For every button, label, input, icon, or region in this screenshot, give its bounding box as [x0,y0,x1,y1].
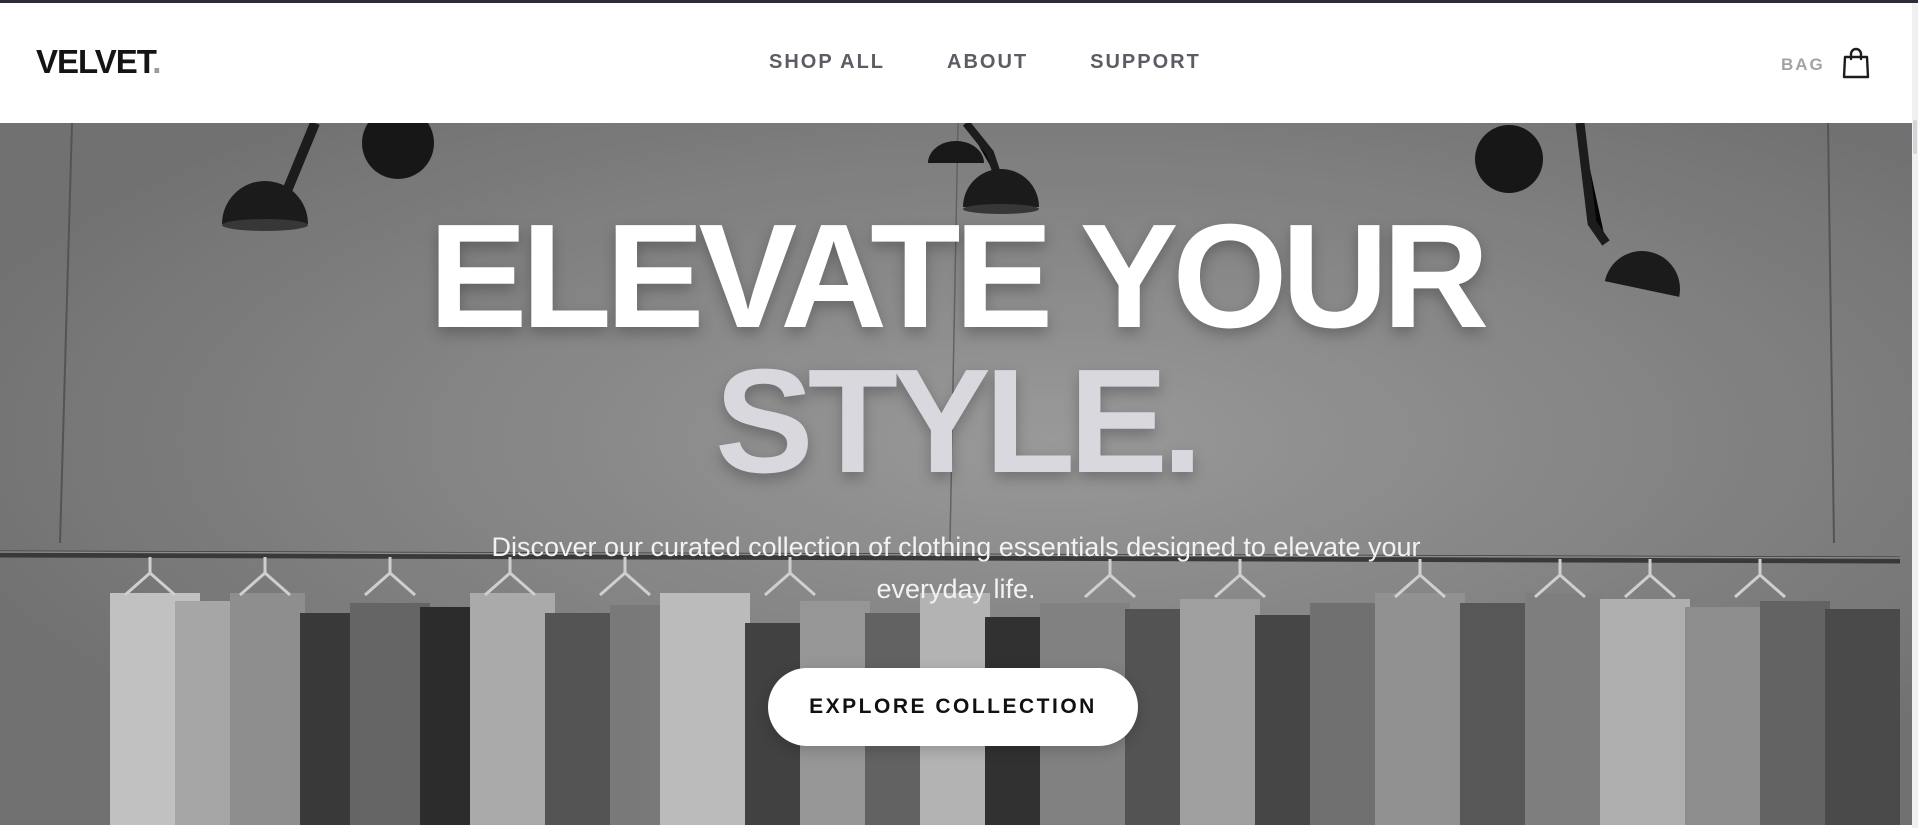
logo-text: VELVET [36,43,153,80]
main-nav: SHOP ALL ABOUT SUPPORT [769,51,1201,74]
nav-shop-all[interactable]: SHOP ALL [769,51,885,74]
bag-link[interactable]: BAG [1781,55,1825,75]
nav-support[interactable]: SUPPORT [1090,51,1201,74]
explore-collection-button[interactable]: EXPLORE COLLECTION [768,668,1138,746]
scrollbar-thumb[interactable] [1913,120,1917,154]
hero-section: ELEVATE YOUR STYLE. Discover our curated… [0,123,1912,825]
logo-dot: . [152,43,161,80]
shopping-bag-icon[interactable] [1842,47,1870,84]
nav-about[interactable]: ABOUT [947,51,1028,74]
hero-subtitle: Discover our curated collection of cloth… [491,532,1421,604]
site-header: VELVET. SHOP ALL ABOUT SUPPORT BAG [0,3,1912,123]
hero-headline-line2: STYLE. [714,339,1203,504]
hero-headline-line1: ELEVATE YOUR [428,194,1490,359]
brand-logo[interactable]: VELVET. [36,43,161,81]
